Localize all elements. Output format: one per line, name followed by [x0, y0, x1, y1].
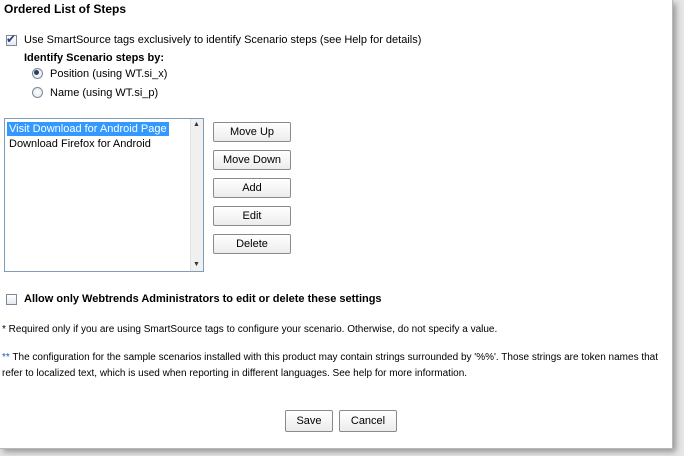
list-item[interactable]: Visit Download for Android Page: [7, 122, 169, 136]
radio-selected-dot: [34, 70, 39, 75]
cancel-button[interactable]: Cancel: [339, 410, 397, 432]
use-smartsource-label: Use SmartSource tags exclusively to iden…: [24, 34, 422, 46]
edit-button[interactable]: Edit: [213, 206, 291, 226]
identify-steps-heading: Identify Scenario steps by:: [24, 52, 164, 64]
checkmark-icon: ✔: [6, 32, 17, 46]
use-smartsource-checkbox[interactable]: ✔: [6, 32, 17, 46]
scroll-up-arrow-icon[interactable]: ▲: [193, 121, 200, 129]
scroll-down-arrow-icon[interactable]: ▼: [193, 261, 200, 269]
move-down-button[interactable]: Move Down: [213, 150, 291, 170]
position-radio[interactable]: [32, 68, 43, 79]
position-radio-label: Position (using WT.si_x): [50, 68, 168, 80]
required-note-text: Required only if you are using SmartSour…: [5, 324, 498, 335]
admin-only-checkbox[interactable]: [6, 294, 17, 305]
token-marker: **: [2, 352, 10, 363]
token-note: ** The configuration for the sample scen…: [2, 350, 668, 382]
settings-panel: Ordered List of Steps ✔ Use SmartSource …: [0, 0, 673, 449]
token-note-text: The configuration for the sample scenari…: [2, 352, 659, 379]
listbox-scrollbar[interactable]: ▲ ▼: [190, 119, 203, 271]
list-item[interactable]: Download Firefox for Android: [7, 137, 153, 151]
section-title: Ordered List of Steps: [4, 2, 127, 16]
add-button[interactable]: Add: [213, 178, 291, 198]
steps-listbox[interactable]: Visit Download for Android Page Download…: [4, 118, 204, 272]
required-note: * Required only if you are using SmartSo…: [2, 322, 668, 338]
move-up-button[interactable]: Move Up: [213, 122, 291, 142]
save-button[interactable]: Save: [285, 410, 333, 432]
name-radio-label: Name (using WT.si_p): [50, 87, 159, 99]
admin-only-label: Allow only Webtrends Administrators to e…: [24, 293, 382, 305]
delete-button[interactable]: Delete: [213, 234, 291, 254]
name-radio[interactable]: [32, 87, 43, 98]
